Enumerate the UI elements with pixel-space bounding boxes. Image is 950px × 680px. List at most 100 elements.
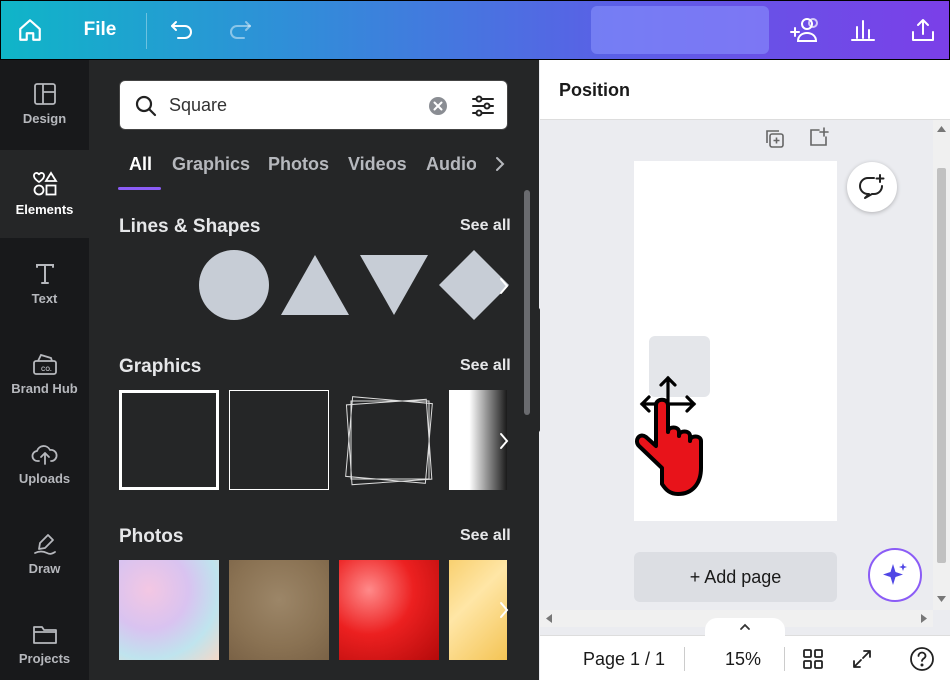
see-all-photos[interactable]: See all	[460, 527, 511, 545]
draw-icon	[33, 534, 56, 555]
section-title-graphics: Graphics	[119, 356, 202, 377]
add-page-icon[interactable]	[808, 126, 830, 148]
rail-label: Design	[22, 111, 67, 126]
fullscreen-icon[interactable]	[851, 648, 873, 670]
footer-bar: Page 1 / 1 15%	[540, 618, 950, 680]
chevron-right-icon	[496, 157, 505, 171]
redo-button[interactable]	[221, 1, 259, 59]
sparkle-icon	[883, 563, 907, 585]
topbar-divider	[146, 13, 147, 49]
rail-label: Elements	[15, 202, 74, 217]
chevron-right-icon	[500, 433, 509, 449]
cloud-upload-icon	[31, 445, 57, 465]
help-icon[interactable]	[909, 646, 935, 672]
folder-icon	[32, 626, 57, 644]
section-title-photos: Photos	[119, 526, 184, 547]
vertical-scroll-thumb[interactable]	[937, 168, 946, 563]
layout-icon	[33, 83, 56, 105]
magic-assistant-button[interactable]	[868, 548, 922, 602]
triangle-shape[interactable]	[281, 255, 349, 315]
shapes-next-button[interactable]	[493, 266, 515, 306]
position-header: Position	[540, 60, 950, 120]
graphic-thumb[interactable]	[119, 390, 219, 490]
tab-graphics[interactable]: Graphics	[172, 154, 250, 175]
page-indicator[interactable]: Page 1 / 1	[583, 649, 665, 670]
position-title: Position	[559, 80, 630, 100]
section-title-lines-shapes: Lines & Shapes	[119, 216, 261, 237]
rail-item-text[interactable]: Text	[0, 240, 89, 328]
rail-item-brand-hub[interactable]: CO. Brand Hub	[0, 330, 89, 418]
rail-label: Projects	[18, 651, 71, 666]
insights-button[interactable]	[843, 1, 883, 59]
photo-thumb[interactable]	[339, 560, 439, 660]
chevron-up-icon	[740, 623, 750, 630]
clear-icon[interactable]	[428, 96, 448, 116]
upload-share-button[interactable]	[903, 1, 943, 59]
scroll-down-icon[interactable]	[937, 596, 946, 602]
elements-panel: Square All Graphics Photos Videos Audio …	[89, 60, 539, 680]
photos-next-button[interactable]	[493, 590, 515, 630]
tab-all[interactable]: All	[129, 154, 152, 175]
zoom-level[interactable]: 15%	[725, 649, 761, 670]
rail-item-draw[interactable]: Draw	[0, 510, 89, 598]
share-people-button[interactable]	[785, 1, 825, 59]
home-button[interactable]	[9, 1, 51, 59]
graphic-thumb[interactable]	[339, 390, 439, 490]
notes-toggle[interactable]	[705, 618, 785, 636]
see-all-graphics[interactable]: See all	[460, 357, 511, 375]
filter-icon[interactable]	[471, 94, 495, 118]
elements-icon	[32, 171, 58, 196]
graphic-thumb[interactable]	[229, 390, 329, 490]
photo-thumb[interactable]	[229, 560, 329, 660]
search-box[interactable]: Square	[119, 80, 508, 130]
rail-label: Draw	[28, 561, 61, 576]
tab-videos[interactable]: Videos	[348, 154, 407, 175]
undo-button[interactable]	[163, 1, 201, 59]
rail-item-uploads[interactable]: Uploads	[0, 420, 89, 508]
rail-item-elements[interactable]: Elements	[0, 150, 89, 238]
left-rail: Design Elements Text CO. Brand Hub Uploa…	[0, 60, 89, 680]
footer-divider	[784, 647, 785, 671]
scroll-up-icon[interactable]	[937, 126, 946, 132]
graphics-next-button[interactable]	[493, 421, 515, 461]
rail-label: Text	[31, 291, 58, 306]
vertical-scrollbar[interactable]	[933, 120, 950, 610]
duplicate-page-icon[interactable]	[764, 128, 786, 150]
see-all-lines-shapes[interactable]: See all	[460, 217, 511, 235]
rail-label: Uploads	[18, 471, 71, 486]
share-people-icon	[790, 18, 818, 42]
redo-icon	[230, 21, 251, 39]
chevron-right-icon	[500, 602, 509, 618]
shapes-row	[199, 250, 509, 320]
insights-icon	[851, 20, 875, 41]
scroll-left-icon[interactable]	[546, 614, 552, 623]
tabs-next-button[interactable]	[489, 144, 511, 184]
photo-thumb[interactable]	[119, 560, 219, 660]
canvas-area: + Add page	[540, 120, 950, 635]
chevron-right-icon	[500, 278, 509, 294]
search-icon	[135, 95, 157, 117]
tab-photos[interactable]: Photos	[268, 154, 329, 175]
search-input[interactable]: Square	[169, 95, 227, 116]
brand-hub-icon: CO.	[32, 353, 57, 375]
add-comment-icon	[859, 174, 885, 199]
file-menu[interactable]: File	[79, 1, 121, 59]
svg-text:CO.: CO.	[41, 367, 52, 373]
footer-divider	[684, 647, 685, 671]
tab-audio[interactable]: Audio	[426, 154, 476, 175]
rail-item-projects[interactable]: Projects	[0, 600, 89, 680]
hand-cursor-icon	[635, 375, 703, 496]
add-page-button[interactable]: + Add page	[634, 552, 837, 602]
rail-label: Brand Hub	[11, 381, 78, 396]
grid-view-icon[interactable]	[802, 648, 824, 670]
top-bar: File	[0, 0, 950, 60]
title-placeholder[interactable]	[591, 6, 769, 54]
scroll-right-icon[interactable]	[921, 614, 927, 623]
upload-icon	[912, 19, 934, 41]
home-icon	[19, 19, 41, 41]
comment-button[interactable]	[847, 162, 897, 212]
inverted-triangle-shape[interactable]	[360, 255, 428, 315]
undo-icon	[171, 21, 192, 39]
rail-item-design[interactable]: Design	[0, 60, 89, 148]
circle-shape[interactable]	[199, 250, 269, 320]
